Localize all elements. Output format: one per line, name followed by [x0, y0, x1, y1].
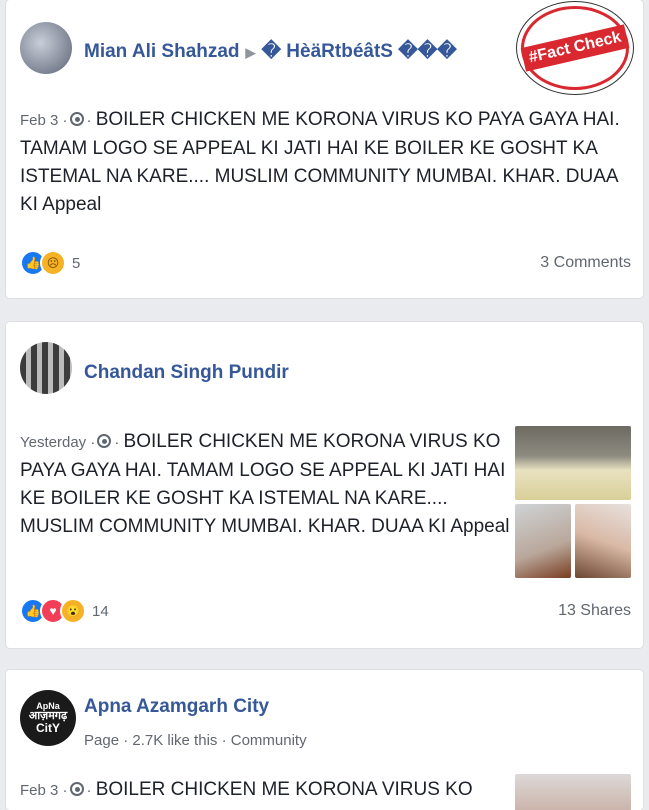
- shares-count[interactable]: 13 Shares: [558, 602, 631, 620]
- post-text: Feb 3 · · BOILER CHICKEN ME KORONA VIRUS …: [20, 779, 473, 800]
- fact-check-badge: #Fact Check: [520, 6, 630, 90]
- wow-icon: 😮: [60, 598, 86, 624]
- author-name[interactable]: Mian Ali Shahzad: [84, 41, 240, 62]
- post-text: Feb 3 · · BOILER CHICKEN ME KORONA VIRUS …: [20, 109, 620, 215]
- post-photos[interactable]: [515, 426, 631, 578]
- avatar[interactable]: [20, 22, 72, 74]
- chicken-photo[interactable]: [515, 774, 631, 810]
- avatar[interactable]: ApNa आज़मगढ़ CitY: [20, 690, 76, 746]
- comments-count[interactable]: 3 Comments: [540, 254, 631, 272]
- post-timestamp[interactable]: Feb 3: [20, 112, 58, 129]
- globe-icon: [69, 782, 84, 796]
- avatar[interactable]: [20, 342, 72, 394]
- fact-check-label: #Fact Check: [520, 24, 630, 72]
- reaction-bar[interactable]: 👍 ♥ 😮 14: [20, 598, 109, 624]
- post-body: BOILER CHICKEN ME KORONA VIRUS KO PAYA G…: [20, 109, 620, 215]
- arrow-right-icon: ▶: [245, 45, 256, 60]
- post-card: ApNa आज़मगढ़ CitY Apna Azamgarh City Pag…: [6, 670, 643, 810]
- post-body: BOILER CHICKEN ME KORONA VIRUS KO: [95, 779, 473, 800]
- author-name[interactable]: Chandan Singh Pundir: [84, 362, 289, 384]
- page-meta: Page · 2.7K like this · Community: [84, 732, 307, 749]
- chicken-photo[interactable]: [515, 504, 571, 578]
- globe-icon: [97, 434, 112, 448]
- post-text: Yesterday · · BOILER CHICKEN ME KORONA VI…: [20, 431, 510, 537]
- group-name[interactable]: � HèäRtbéâtS ���: [262, 41, 457, 62]
- post-timestamp[interactable]: Feb 3: [20, 782, 58, 799]
- post-author-line: Mian Ali Shahzad ▶ � HèäRtbéâtS ���: [84, 40, 457, 63]
- author-name[interactable]: Apna Azamgarh City: [84, 696, 269, 718]
- reaction-count: 14: [92, 602, 109, 620]
- post-timestamp[interactable]: Yesterday: [20, 434, 86, 451]
- avatar-text: CitY: [36, 721, 60, 735]
- chicken-photo[interactable]: [575, 504, 631, 578]
- reaction-bar[interactable]: 👍 ☹ 5: [20, 250, 80, 276]
- post-card: Mian Ali Shahzad ▶ � HèäRtbéâtS ��� #Fact …: [6, 0, 643, 298]
- sad-icon: ☹: [40, 250, 66, 276]
- chicken-photo[interactable]: [515, 426, 631, 500]
- reaction-count: 5: [72, 254, 81, 272]
- globe-icon: [69, 112, 84, 126]
- post-card: Chandan Singh Pundir Yesterday · · BOILER…: [6, 322, 643, 648]
